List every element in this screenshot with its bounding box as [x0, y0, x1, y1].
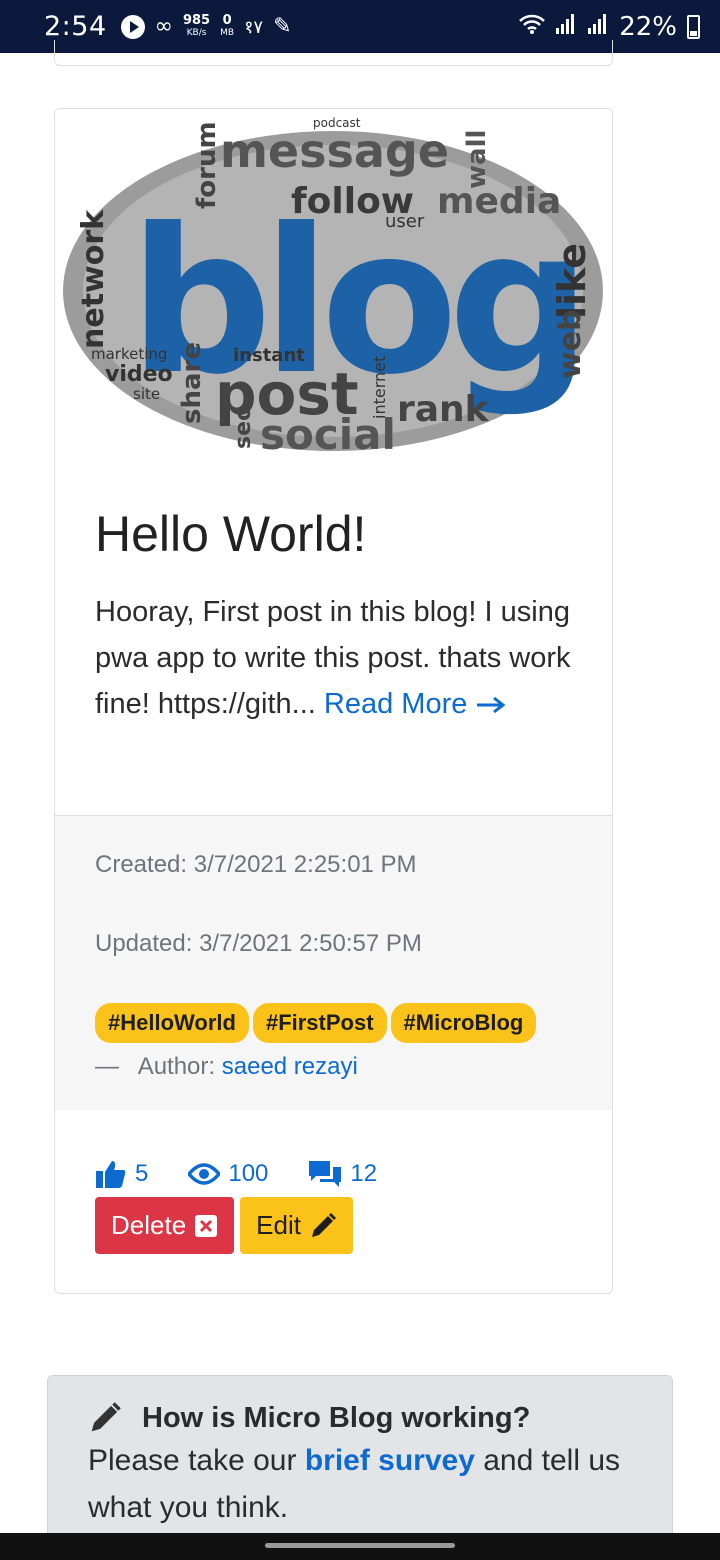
feather-icon: ✎	[273, 14, 292, 39]
close-box-icon	[195, 1214, 218, 1237]
pencil-icon	[91, 1402, 121, 1432]
survey-link[interactable]: brief survey	[305, 1444, 475, 1477]
cloud-word-forum: forum	[192, 121, 222, 209]
post-card: message follow media blog post social ra…	[54, 108, 613, 1294]
tag-list: #HelloWorld #FirstPost #MicroBlog	[95, 1003, 537, 1043]
view-count: 100	[228, 1160, 269, 1187]
cloud-word-rank: rank	[397, 389, 490, 430]
cloud-word-video: video	[105, 362, 173, 387]
eye-icon	[188, 1163, 221, 1185]
play-icon	[120, 14, 145, 39]
comments-icon	[309, 1161, 342, 1187]
signal-icon-2	[587, 12, 609, 42]
cloud-word-seo: seo	[231, 406, 256, 449]
home-gesture-handle[interactable]	[265, 1543, 455, 1548]
survey-text: Please take our brief survey and tell us…	[88, 1444, 621, 1524]
signal-icon	[555, 12, 577, 42]
tag-microblog[interactable]: #MicroBlog	[390, 1003, 537, 1043]
survey-heading: How is Micro Blog working?	[142, 1401, 531, 1434]
previous-card-edge	[54, 40, 613, 66]
tag-helloworld[interactable]: #HelloWorld	[95, 1003, 249, 1043]
author-dash: —	[95, 1053, 133, 1080]
edit-button[interactable]: Edit	[240, 1197, 353, 1254]
post-stats: 5 100 12	[95, 1159, 377, 1189]
pencil-icon	[311, 1212, 336, 1237]
cloud-word-web: web	[553, 309, 588, 379]
edit-button-label: Edit	[256, 1210, 301, 1240]
post-image-blog-word-cloud: message follow media blog post social ra…	[55, 109, 612, 469]
cloud-word-wall: wall	[462, 130, 492, 189]
survey-heading-row: How is Micro Blog working?	[88, 1401, 632, 1435]
like-stat[interactable]: 5	[95, 1159, 148, 1189]
cloud-word-message: message	[220, 124, 449, 178]
post-excerpt-block: Hooray, First post in this blog! I using…	[95, 589, 585, 727]
author-link[interactable]: saeed rezayi	[222, 1053, 358, 1080]
read-more-link[interactable]: Read More	[324, 688, 508, 720]
arrow-right-icon	[477, 697, 506, 714]
like-count: 5	[135, 1160, 149, 1187]
cloud-word-site: site	[133, 385, 160, 403]
cloud-word-podcast: podcast	[313, 116, 361, 130]
comment-stat[interactable]: 12	[308, 1160, 377, 1188]
status-extra: १٧	[244, 16, 264, 38]
wifi-icon	[519, 12, 546, 42]
post-meta: Created: 3/7/2021 2:25:01 PM Updated: 3/…	[55, 815, 612, 1110]
tag-firstpost[interactable]: #FirstPost	[252, 1003, 387, 1043]
thumbs-up-icon	[96, 1161, 126, 1188]
infinity-icon: ∞	[154, 14, 173, 39]
cloud-word-share: share	[177, 342, 207, 424]
view-stat: 100	[188, 1160, 268, 1188]
cloud-word-like: like	[550, 243, 594, 319]
author-label: Author:	[137, 1053, 216, 1080]
battery-percent: 22%	[619, 11, 677, 42]
cloud-word-network: network	[76, 209, 111, 349]
cloud-word-instant: instant	[233, 345, 305, 366]
post-title: Hello World!	[95, 506, 367, 562]
status-time: 2:54	[44, 11, 107, 42]
cloud-word-internet: internet	[370, 356, 389, 419]
cloud-word-user: user	[385, 211, 425, 232]
comment-count: 12	[350, 1160, 378, 1187]
delete-button[interactable]: Delete	[95, 1197, 235, 1254]
author-line: — Author: saeed rezayi	[95, 1053, 358, 1081]
updated-date: Updated: 3/7/2021 2:50:57 PM	[95, 930, 422, 957]
data-usage: 0 MB	[220, 12, 235, 38]
created-date: Created: 3/7/2021 2:25:01 PM	[95, 851, 417, 878]
system-nav-bar	[0, 1533, 720, 1560]
post-actions: Delete Edit	[95, 1197, 353, 1254]
delete-button-label: Delete	[111, 1210, 187, 1240]
net-speed: 985 KB/s	[182, 12, 211, 38]
battery-icon	[687, 14, 700, 39]
